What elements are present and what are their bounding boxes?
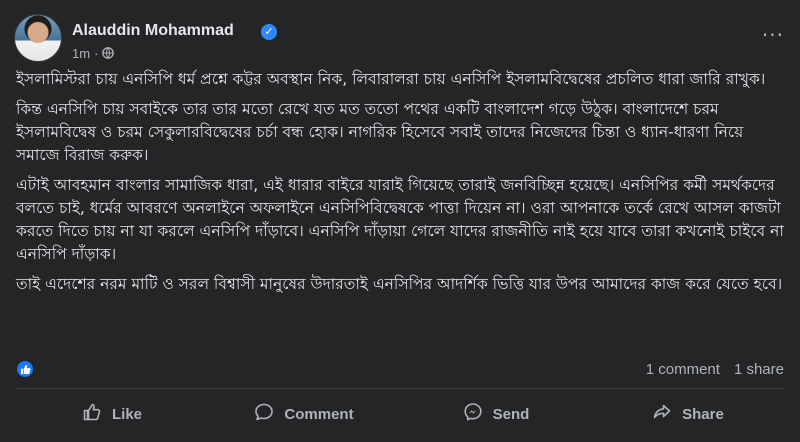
messenger-icon bbox=[463, 402, 483, 426]
author-name[interactable]: Alauddin Mohammad bbox=[72, 22, 234, 40]
like-label: Like bbox=[111, 405, 142, 423]
facebook-post: Alauddin Mohammad ✓ 1m · ··· ইসলামিস্টরা … bbox=[0, 0, 800, 442]
post-paragraph-4: তাই এদেশের নরম মাটি ও সরল বিশ্বাসী মানুষ… bbox=[16, 275, 783, 293]
more-options-icon[interactable]: ··· bbox=[762, 25, 784, 45]
comment-button[interactable]: Comment bbox=[208, 392, 400, 436]
post-body: ইসলামিস্টরা চায় এনসিপি ধর্ম প্রশ্নে কট্… bbox=[16, 68, 788, 303]
globe-icon[interactable] bbox=[102, 47, 115, 59]
share-button[interactable]: Share bbox=[592, 392, 784, 436]
comment-bubble-icon bbox=[254, 402, 274, 426]
meta-separator: · bbox=[94, 46, 99, 61]
like-button[interactable]: Like bbox=[16, 392, 208, 436]
like-reaction-icon[interactable] bbox=[16, 360, 34, 378]
post-header: Alauddin Mohammad ✓ 1m · ··· bbox=[14, 14, 800, 66]
share-label: Share bbox=[682, 405, 724, 423]
engagement-counts: 1 comment 1 share bbox=[632, 361, 784, 378]
send-label: Send bbox=[492, 405, 530, 423]
author-avatar[interactable] bbox=[14, 14, 62, 62]
post-stats: 1 comment 1 share bbox=[16, 358, 784, 382]
share-count[interactable]: 1 share bbox=[734, 361, 784, 378]
post-actions: Like Comment Send Share bbox=[16, 392, 784, 436]
thumbs-up-icon bbox=[82, 402, 102, 426]
actions-divider bbox=[16, 388, 784, 389]
share-arrow-icon bbox=[652, 402, 672, 426]
post-time[interactable]: 1m bbox=[72, 46, 90, 61]
post-paragraph-3: এটাই আবহমান বাংলার সামাজিক ধারা, এই ধারা… bbox=[16, 176, 784, 263]
comment-count[interactable]: 1 comment bbox=[646, 361, 720, 378]
send-button[interactable]: Send bbox=[400, 392, 592, 436]
verified-badge-icon: ✓ bbox=[261, 24, 277, 40]
post-meta: 1m · bbox=[72, 46, 115, 61]
post-paragraph-2: কিন্ত এনসিপি চায় সবাইকে তার তার মতো রেখ… bbox=[16, 100, 744, 164]
comment-label: Comment bbox=[284, 405, 354, 423]
post-paragraph-1: ইসলামিস্টরা চায় এনসিপি ধর্ম প্রশ্নে কট্… bbox=[16, 70, 766, 88]
